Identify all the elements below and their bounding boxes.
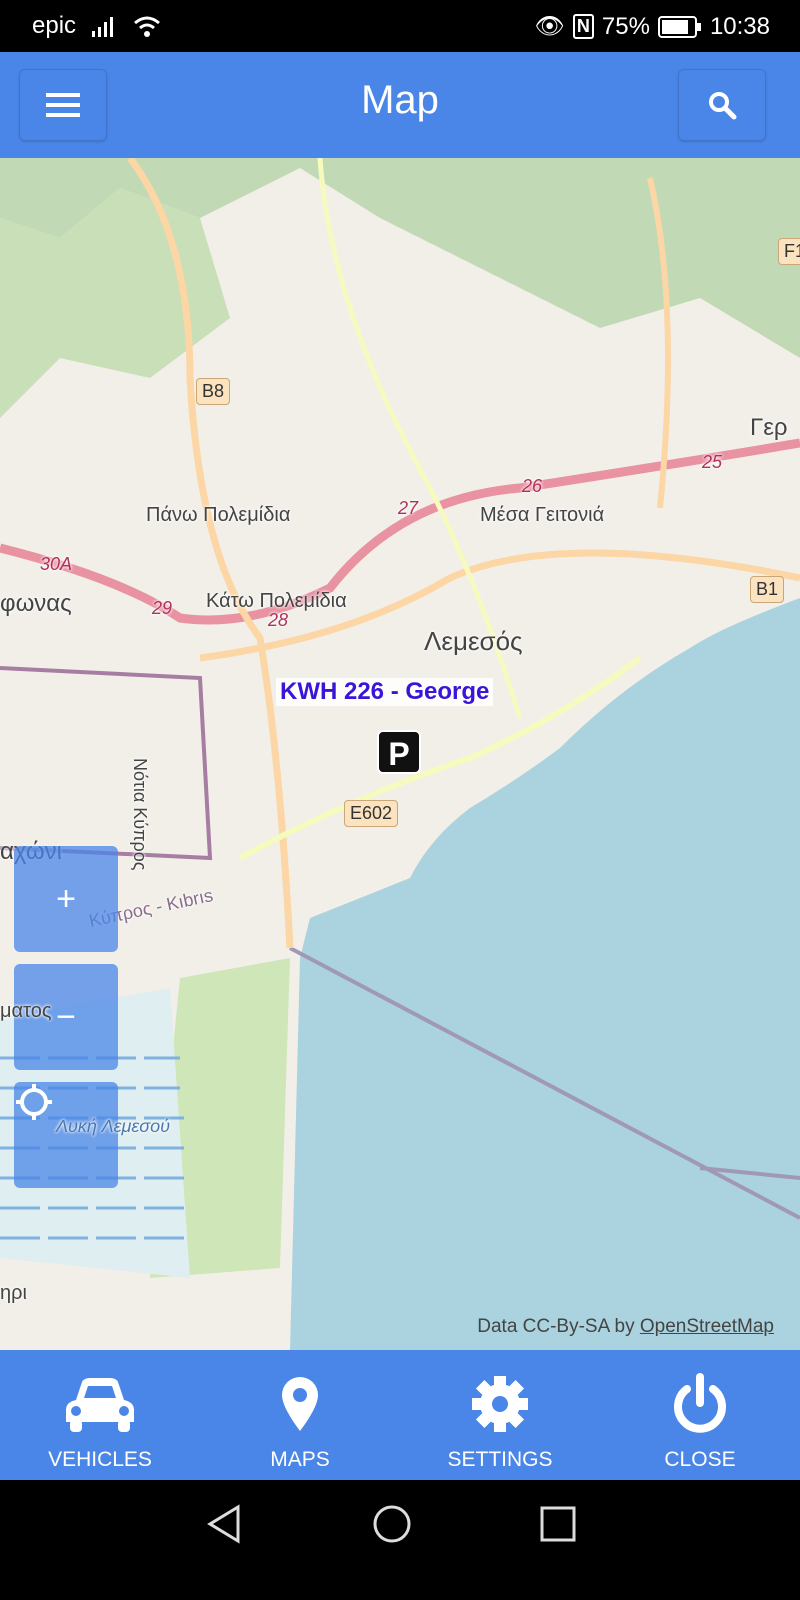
nav-label: MAPS: [270, 1448, 330, 1471]
battery-percent: 75%: [601, 12, 650, 40]
place-label: Πάνω Πολεμίδια: [146, 504, 291, 526]
place-label: Γερ: [750, 414, 788, 441]
road-shield: F1: [778, 238, 800, 265]
wifi-icon: [134, 16, 160, 37]
nav-label: CLOSE: [664, 1448, 736, 1471]
road-ref: 27: [398, 498, 419, 518]
nav-vehicles[interactable]: VEHICLES: [0, 1350, 200, 1480]
gear-icon: [472, 1376, 528, 1432]
bottom-nav: VEHICLES MAPS SETTINGS CLOSE: [0, 1350, 800, 1480]
place-label: Μέσα Γειτονιά: [480, 504, 605, 526]
app-header: Map: [0, 52, 800, 158]
nav-close[interactable]: CLOSE: [600, 1350, 800, 1480]
parking-marker[interactable]: P: [377, 730, 421, 774]
openstreetmap-link[interactable]: OpenStreetMap: [640, 1316, 774, 1337]
nfc-icon: N: [572, 14, 594, 39]
carrier: epic: [32, 12, 77, 39]
nav-label: VEHICLES: [48, 1448, 152, 1471]
nav-maps[interactable]: MAPS: [200, 1350, 400, 1480]
car-icon: [66, 1378, 134, 1432]
eye-icon: 👁: [534, 13, 565, 40]
search-icon: [709, 92, 737, 120]
road-ref: 26: [522, 476, 543, 496]
place-label: φωνας: [0, 590, 72, 617]
road-ref: 29: [152, 598, 173, 618]
clock: 10:38: [709, 12, 770, 40]
recents-icon[interactable]: [540, 1506, 576, 1542]
road-ref: 25: [702, 452, 723, 472]
road-shield: B1: [750, 576, 785, 603]
map-attribution: Data CC-By-SA by OpenStreetMap: [477, 1316, 774, 1338]
crosshair-icon: [16, 1084, 52, 1120]
zoom-out-button[interactable]: −: [14, 964, 118, 1070]
home-icon[interactable]: [372, 1504, 412, 1544]
zoom-in-button[interactable]: +: [14, 846, 118, 952]
map-view[interactable]: Πάνω Πολεμίδια Κάτω Πολεμίδια Μέσα Γειτο…: [0, 158, 800, 1350]
place-label: Λεμεσός: [424, 626, 523, 656]
road-shield: E602: [344, 800, 399, 827]
nav-label: SETTINGS: [447, 1448, 553, 1471]
system-nav-bar: [0, 1480, 800, 1600]
power-icon: [674, 1373, 726, 1433]
place-label: Νότια Κύπρος: [130, 758, 150, 871]
status-bar: epic 👁 N 75% 10:38: [0, 0, 800, 52]
road-shield: B8: [196, 378, 231, 405]
map-pin-icon: [282, 1377, 318, 1431]
battery-icon: [657, 15, 701, 38]
search-button[interactable]: [678, 69, 766, 141]
back-icon[interactable]: [206, 1504, 242, 1544]
road-ref: 30A: [40, 554, 73, 574]
road-ref: 28: [268, 610, 289, 630]
nav-settings[interactable]: SETTINGS: [400, 1350, 600, 1480]
vehicle-label[interactable]: KWH 226 - George: [276, 678, 494, 706]
place-label: ηρι: [0, 1282, 27, 1304]
signal-icon: [92, 17, 114, 37]
locate-button[interactable]: [14, 1082, 118, 1188]
attribution-text: Data CC-By-SA by: [477, 1316, 635, 1337]
